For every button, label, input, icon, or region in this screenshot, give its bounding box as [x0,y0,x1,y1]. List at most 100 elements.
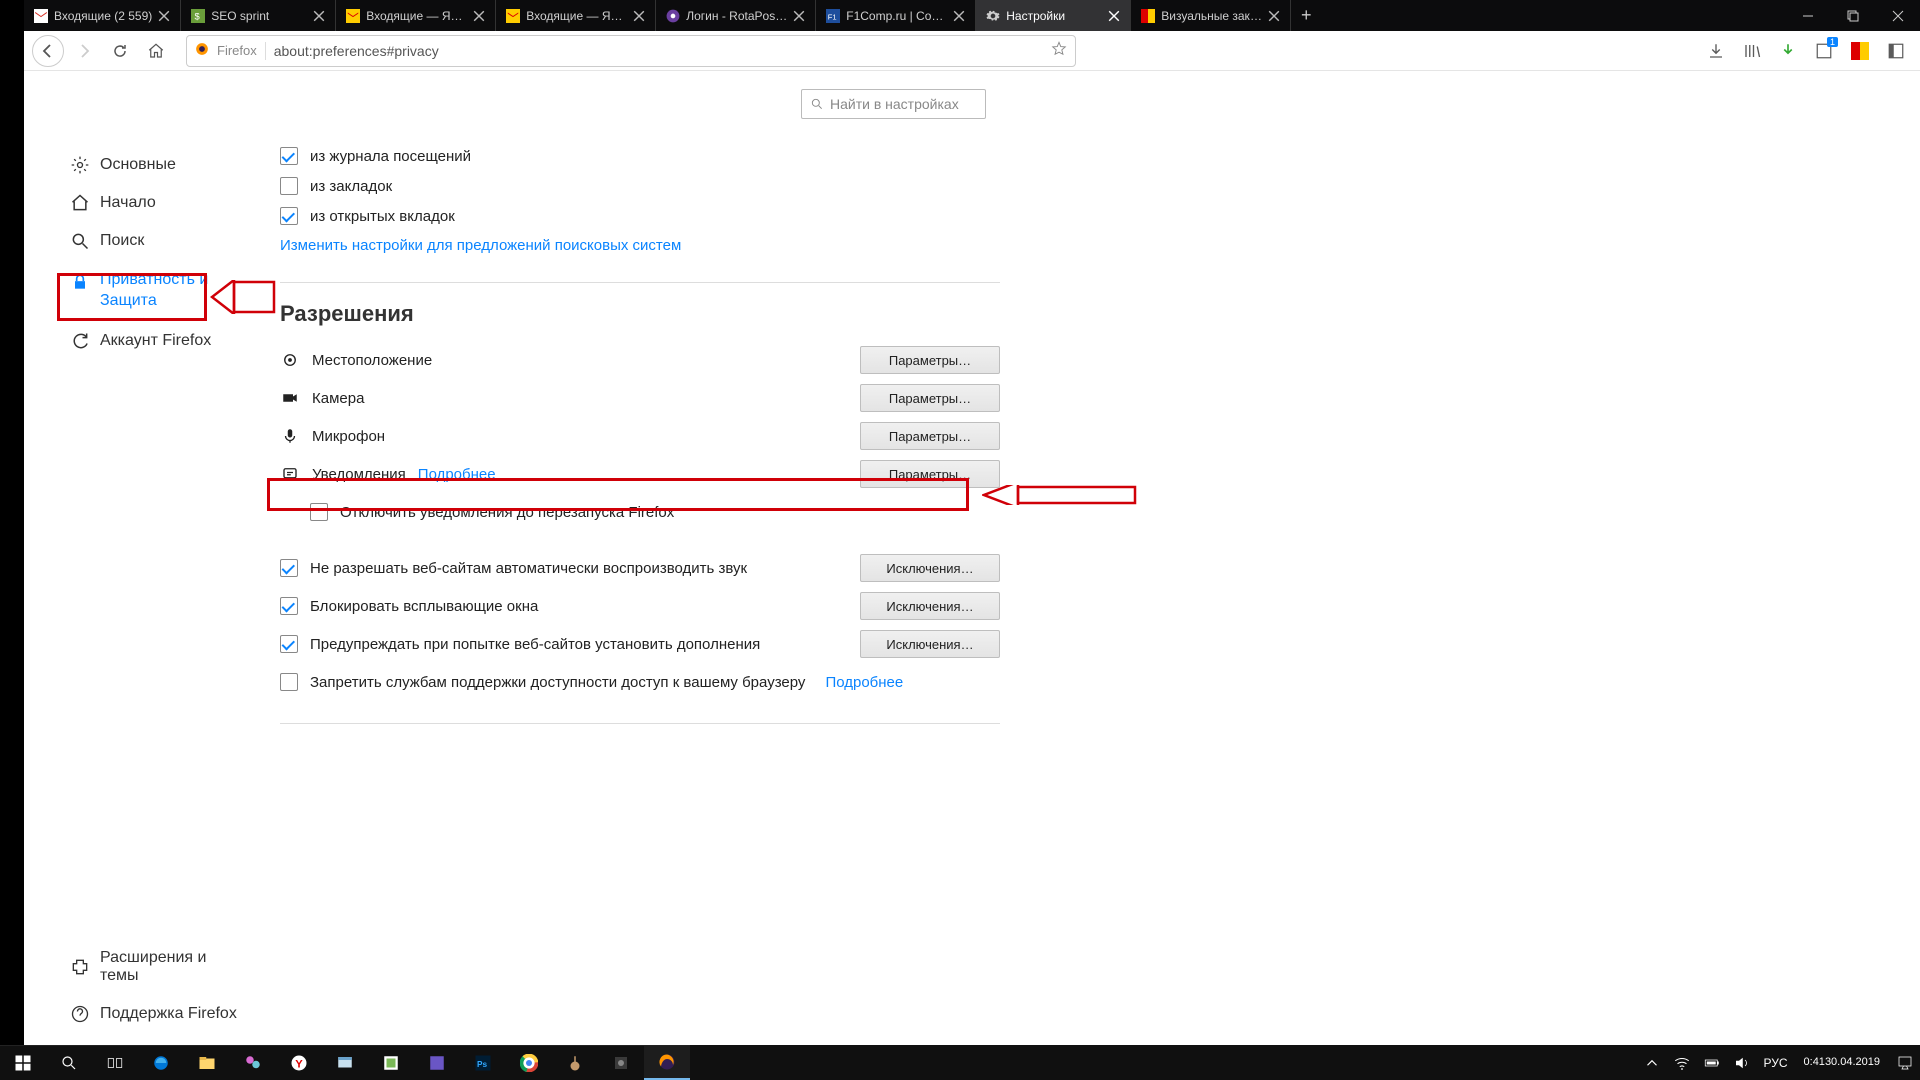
camera-settings-button[interactable]: Параметры… [860,384,1000,412]
downloads-button[interactable] [1700,35,1732,67]
url-bar[interactable]: Firefox about:preferences#privacy [186,35,1076,67]
window-left-edge [0,0,24,1045]
close-icon[interactable] [953,10,965,22]
sidebar-item-extensions[interactable]: Расширения и темы [24,939,254,995]
navigation-toolbar: Firefox about:preferences#privacy [24,31,1920,71]
tab-title: Входящие (2 559) [54,9,152,23]
taskbar-photoshop[interactable]: Ps [460,1045,506,1080]
popups-exceptions-button[interactable]: Исключения… [860,592,1000,620]
checkbox-label: из журнала посещений [310,148,471,165]
notifications-learn-more-link[interactable]: Подробнее [418,466,496,483]
taskbar-app-1[interactable] [230,1045,276,1080]
tab-yandex-mail-1[interactable]: Входящие — Яндек [336,0,496,31]
taskbar-chrome[interactable] [506,1045,552,1080]
sidebar-item-sync[interactable]: Аккаунт Firefox [24,322,254,360]
home-button[interactable] [140,35,172,67]
taskbar-explorer[interactable] [184,1045,230,1080]
tray-action-center-icon[interactable] [1890,1045,1920,1080]
yandex-extension-button[interactable] [1844,35,1876,67]
close-icon[interactable] [313,10,325,22]
checkbox-opentabs[interactable]: из открытых вкладок [280,201,1000,231]
location-settings-button[interactable]: Параметры… [860,346,1000,374]
lock-icon [70,272,90,292]
close-icon[interactable] [1268,10,1280,22]
sidebar-item-search[interactable]: Поиск [24,222,254,260]
tray-clock[interactable]: 0:41 30.04.2019 [1794,1045,1890,1080]
forward-button[interactable] [68,35,100,67]
checkbox-block-autoplay[interactable]: Не разрешать веб-сайтам автоматически во… [280,549,1000,587]
checkbox-history[interactable]: из журнала посещений [280,141,1000,171]
tray-chevron-up-icon[interactable] [1637,1045,1667,1080]
close-icon[interactable] [793,10,805,22]
taskbar-app-5[interactable] [552,1045,598,1080]
tab-seosprint[interactable]: $ SEO sprint [181,0,336,31]
savefrom-button[interactable] [1772,35,1804,67]
sidebar-item-privacy[interactable]: Приватность и Защита [24,260,254,322]
sidebar-item-home[interactable]: Начало [24,184,254,222]
preferences-sidebar: Основные Начало Поиск Приватность и Защи… [24,71,254,360]
close-icon[interactable] [1108,10,1120,22]
accessibility-learn-more-link[interactable]: Подробнее [825,674,903,691]
permission-row-camera: Камера Параметры… [280,379,1000,417]
tab-strip: Входящие (2 559) $ SEO sprint Входящие —… [24,0,1920,31]
bookmark-star-icon[interactable] [1051,41,1067,60]
new-tab-button[interactable]: + [1291,0,1321,31]
tab-yandex-mail-2[interactable]: Входящие — Яндек [496,0,656,31]
tray-battery-icon[interactable] [1697,1045,1727,1080]
tray-wifi-icon[interactable] [1667,1045,1697,1080]
yandex-mail-icon [346,9,360,23]
close-icon[interactable] [633,10,645,22]
sidebar-button[interactable] [1880,35,1912,67]
url-brand: Firefox [217,43,257,58]
permission-label: Местоположение [312,352,432,369]
library-button[interactable] [1736,35,1768,67]
maximize-button[interactable] [1830,0,1875,31]
taskbar-app-6[interactable] [598,1045,644,1080]
tab-title: Визуальные заклад [1161,9,1262,23]
tab-rotapost[interactable]: Логин - RotaPost.ru [656,0,816,31]
back-button[interactable] [32,35,64,67]
tab-visual-bookmarks[interactable]: Визуальные заклад [1131,0,1291,31]
checkbox-icon [280,177,298,195]
start-button[interactable] [0,1045,46,1080]
checkbox-block-popups[interactable]: Блокировать всплывающие окна Исключения… [280,587,1000,625]
taskbar-app-4[interactable] [414,1045,460,1080]
extension-button[interactable] [1808,35,1840,67]
checkbox-disable-notifications[interactable]: Отключить уведомления до перезапуска Fir… [280,493,1000,531]
sidebar-item-support[interactable]: Поддержка Firefox [24,995,254,1033]
close-icon[interactable] [473,10,485,22]
checkbox-icon [280,673,298,691]
search-engines-settings-link[interactable]: Изменить настройки для предложений поиск… [280,237,681,254]
close-window-button[interactable] [1875,0,1920,31]
reload-button[interactable] [104,35,136,67]
addons-exceptions-button[interactable]: Исключения… [860,630,1000,658]
checkbox-addon-install-warning[interactable]: Предупреждать при попытке веб-сайтов уст… [280,625,1000,663]
checkbox-label: Не разрешать веб-сайтам автоматически во… [310,560,747,577]
help-icon [70,1004,90,1024]
permission-row-location: Местоположение Параметры… [280,341,1000,379]
minimize-button[interactable] [1785,0,1830,31]
checkbox-bookmarks[interactable]: из закладок [280,171,1000,201]
notifications-settings-button[interactable]: Параметры… [860,460,1000,488]
autoplay-exceptions-button[interactable]: Исключения… [860,554,1000,582]
tray-volume-icon[interactable] [1727,1045,1757,1080]
microphone-icon [280,426,300,446]
close-icon[interactable] [158,10,170,22]
tray-language[interactable]: РУС [1757,1045,1793,1080]
taskbar-firefox[interactable] [644,1045,690,1080]
task-view-button[interactable] [92,1045,138,1080]
microphone-settings-button[interactable]: Параметры… [860,422,1000,450]
tab-settings[interactable]: Настройки [976,0,1131,31]
taskbar-yandex-browser[interactable]: Y [276,1045,322,1080]
tab-gmail[interactable]: Входящие (2 559) [24,0,181,31]
taskbar-edge[interactable] [138,1045,184,1080]
search-button[interactable] [46,1045,92,1080]
checkbox-block-accessibility[interactable]: Запретить службам поддержки доступности … [280,663,1000,701]
sidebar-item-general[interactable]: Основные [24,146,254,184]
taskbar-app-3[interactable] [368,1045,414,1080]
permission-row-microphone: Микрофон Параметры… [280,417,1000,455]
checkbox-icon [280,597,298,615]
tab-f1comp[interactable]: F1 F1Comp.ru | Советы [816,0,976,31]
taskbar-app-2[interactable] [322,1045,368,1080]
home-icon [70,193,90,213]
